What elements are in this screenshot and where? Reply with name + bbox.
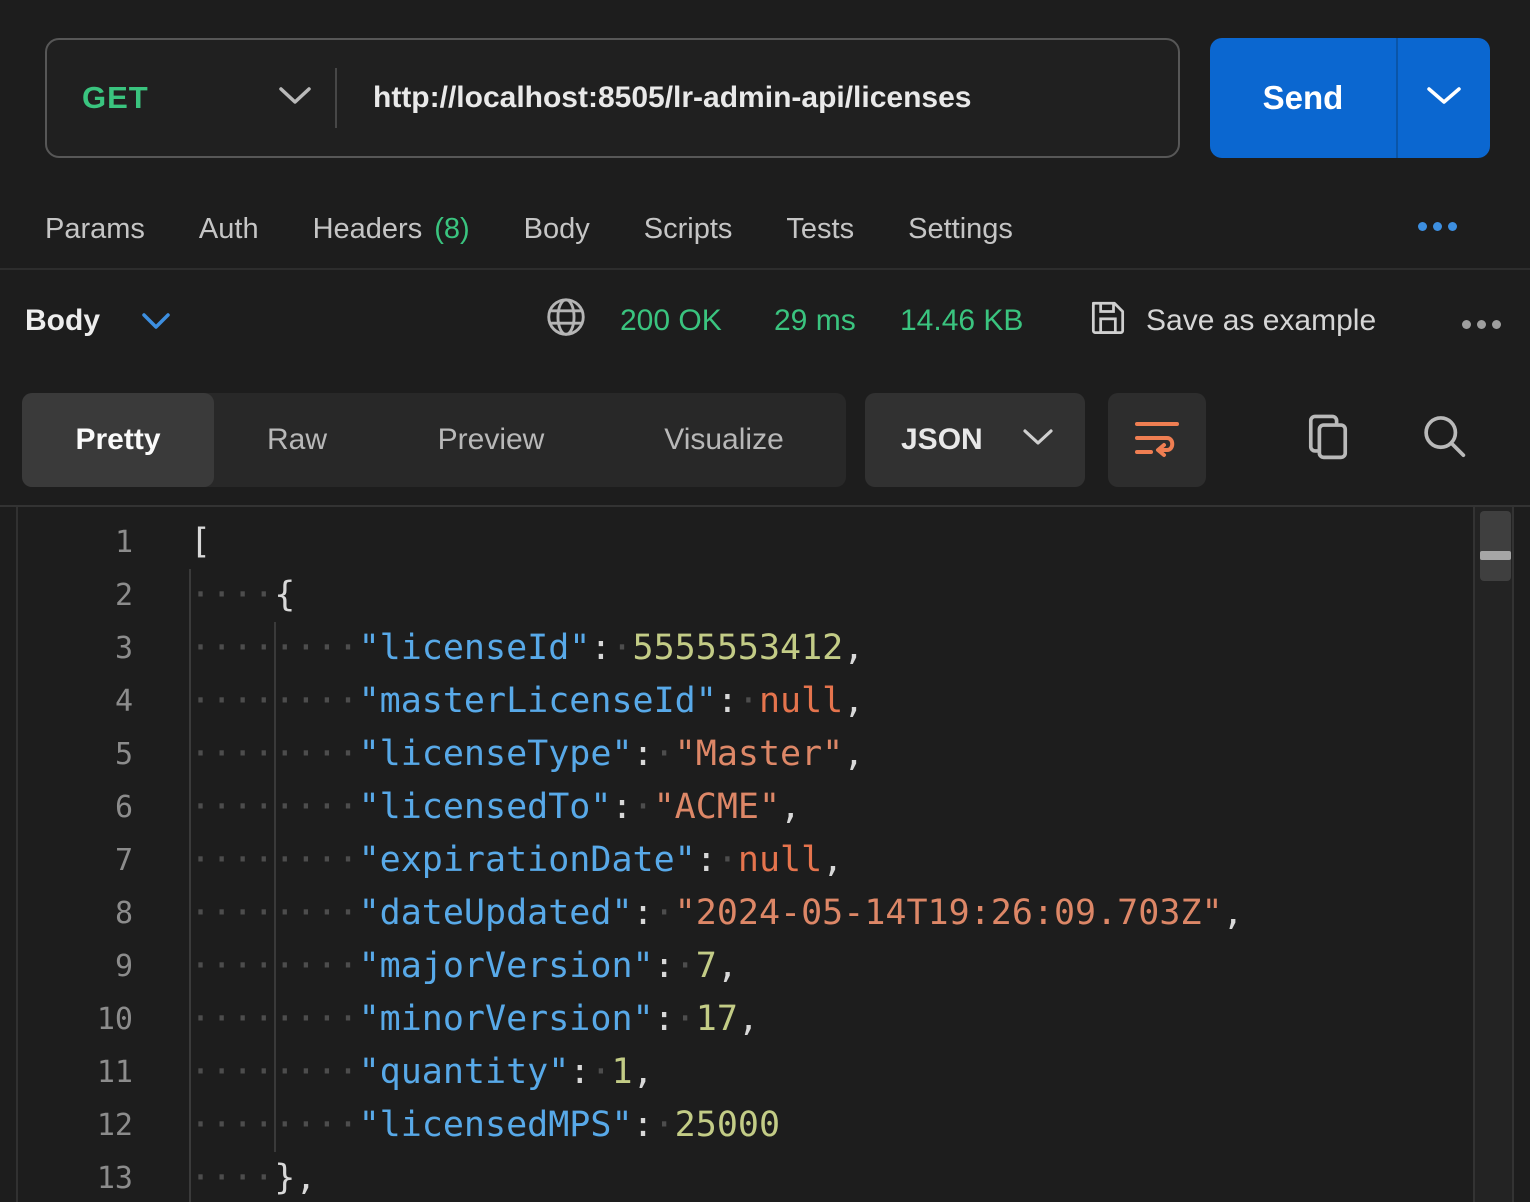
request-tab-tests[interactable]: Tests: [786, 213, 854, 246]
line-content: ········"dateUpdated":·"2024-05-14T19:26…: [133, 887, 1244, 940]
code-line: 7········"expirationDate":·null,: [0, 834, 1456, 887]
tab-label: Scripts: [644, 213, 733, 246]
send-button[interactable]: Send: [1210, 38, 1396, 158]
request-tab-body[interactable]: Body: [524, 213, 590, 246]
request-tab-auth[interactable]: Auth: [199, 213, 259, 246]
format-dropdown[interactable]: JSON: [865, 393, 1085, 487]
request-tab-headers[interactable]: Headers (8): [313, 213, 470, 246]
line-number: 12: [0, 1099, 133, 1152]
code-lines[interactable]: 1[2····{3········"licenseId":·5555553412…: [0, 516, 1456, 1202]
format-label: JSON: [901, 423, 983, 457]
line-number: 5: [0, 728, 133, 781]
line-content: ····{: [133, 569, 295, 622]
response-view-tab-preview[interactable]: Preview: [380, 393, 602, 487]
copy-icon: [1302, 453, 1354, 470]
line-number: 2: [0, 569, 133, 622]
line-number: 11: [0, 1046, 133, 1099]
code-line: 1[: [0, 516, 1456, 569]
line-content: ········"minorVersion":·17,: [133, 993, 759, 1046]
code-line: 4········"masterLicenseId":·null,: [0, 675, 1456, 728]
save-icon[interactable]: [1086, 294, 1130, 345]
response-time[interactable]: 29 ms: [774, 304, 856, 338]
line-content: ········"majorVersion":·7,: [133, 940, 738, 993]
tab-label: Settings: [908, 213, 1013, 246]
chevron-down-icon: [277, 85, 313, 112]
line-number: 9: [0, 940, 133, 993]
search-icon: [1418, 453, 1470, 470]
response-size[interactable]: 14.46 KB: [900, 304, 1023, 338]
response-view-tab-raw[interactable]: Raw: [214, 393, 380, 487]
tab-label: Tests: [786, 213, 854, 246]
response-view-tab-pretty[interactable]: Pretty: [22, 393, 214, 487]
code-line: 3········"licenseId":·5555553412,: [0, 622, 1456, 675]
url-input[interactable]: http://localhost:8505/lr-admin-api/licen…: [337, 81, 971, 115]
chevron-down-icon[interactable]: [140, 312, 172, 337]
tab-label: Params: [45, 213, 145, 246]
response-view-tabs: PrettyRawPreviewVisualize: [22, 393, 846, 487]
line-content: ········"licenseId":·5555553412,: [133, 622, 864, 675]
line-content: ········"expirationDate":·null,: [133, 834, 843, 887]
line-number: 1: [0, 516, 133, 569]
method-selector[interactable]: GET: [47, 40, 335, 156]
line-content: ····},: [133, 1152, 316, 1202]
line-content: ········"masterLicenseId":·null,: [133, 675, 864, 728]
request-url-bar: GET http://localhost:8505/lr-admin-api/l…: [45, 38, 1180, 158]
request-tabs-more-button[interactable]: [1418, 222, 1457, 231]
code-line: 10········"minorVersion":·17,: [0, 993, 1456, 1046]
response-view-tab-visualize[interactable]: Visualize: [602, 393, 846, 487]
tab-label: Headers: [313, 213, 423, 246]
line-content: ········"quantity":·1,: [133, 1046, 654, 1099]
line-number: 13: [0, 1152, 133, 1202]
copy-button[interactable]: [1302, 410, 1354, 471]
line-content: ········"licenseType":·"Master",: [133, 728, 864, 781]
tab-label: Auth: [199, 213, 259, 246]
line-number: 8: [0, 887, 133, 940]
line-content: ········"licensedMPS":·25000: [133, 1099, 780, 1152]
search-button[interactable]: [1418, 410, 1470, 471]
line-number: 6: [0, 781, 133, 834]
method-label: GET: [82, 80, 149, 116]
line-content: [: [133, 516, 211, 569]
response-body-dropdown-label[interactable]: Body: [25, 304, 100, 338]
scrollbar-track[interactable]: [1473, 507, 1514, 1202]
chevron-down-icon: [1021, 427, 1055, 454]
send-options-button[interactable]: [1398, 38, 1490, 158]
chevron-down-icon: [1424, 84, 1464, 113]
code-line: 2····{: [0, 569, 1456, 622]
save-as-example-button[interactable]: Save as example: [1146, 304, 1376, 338]
code-line: 12········"licensedMPS":·25000: [0, 1099, 1456, 1152]
scrollbar-thumb[interactable]: [1480, 511, 1511, 581]
line-content: ········"licensedTo":·"ACME",: [133, 781, 801, 834]
send-button-group: Send: [1210, 38, 1490, 158]
status-badge[interactable]: 200 OK: [620, 304, 722, 338]
response-body-viewer: 1[2····{3········"licenseId":·5555553412…: [0, 505, 1530, 1202]
request-tab-settings[interactable]: Settings: [908, 213, 1013, 246]
globe-icon[interactable]: [543, 294, 589, 345]
indent-guide: [189, 569, 191, 1202]
request-tab-params[interactable]: Params: [45, 213, 145, 246]
tab-label: Body: [524, 213, 590, 246]
line-number: 7: [0, 834, 133, 887]
request-tab-scripts[interactable]: Scripts: [644, 213, 733, 246]
scrollbar-position-marker: [1480, 551, 1511, 560]
code-line: 13····},: [0, 1152, 1456, 1202]
headers-count-badge: (8): [434, 213, 469, 246]
code-line: 8········"dateUpdated":·"2024-05-14T19:2…: [0, 887, 1456, 940]
request-tabs: Params Auth Headers (8) Body Scripts Tests Sett…: [45, 198, 1013, 260]
line-number: 4: [0, 675, 133, 728]
section-divider: [0, 268, 1530, 270]
line-number: 10: [0, 993, 133, 1046]
response-meta-bar: Body 200 OK 29 ms 14.46 KB Save as examp…: [0, 288, 1530, 362]
code-line: 9········"majorVersion":·7,: [0, 940, 1456, 993]
response-more-button[interactable]: [1462, 320, 1501, 329]
wrap-lines-button[interactable]: [1108, 393, 1206, 487]
wrap-text-icon: [1131, 414, 1183, 467]
code-line: 6········"licensedTo":·"ACME",: [0, 781, 1456, 834]
line-number: 3: [0, 622, 133, 675]
code-line: 5········"licenseType":·"Master",: [0, 728, 1456, 781]
code-line: 11········"quantity":·1,: [0, 1046, 1456, 1099]
indent-guide: [274, 622, 276, 1152]
